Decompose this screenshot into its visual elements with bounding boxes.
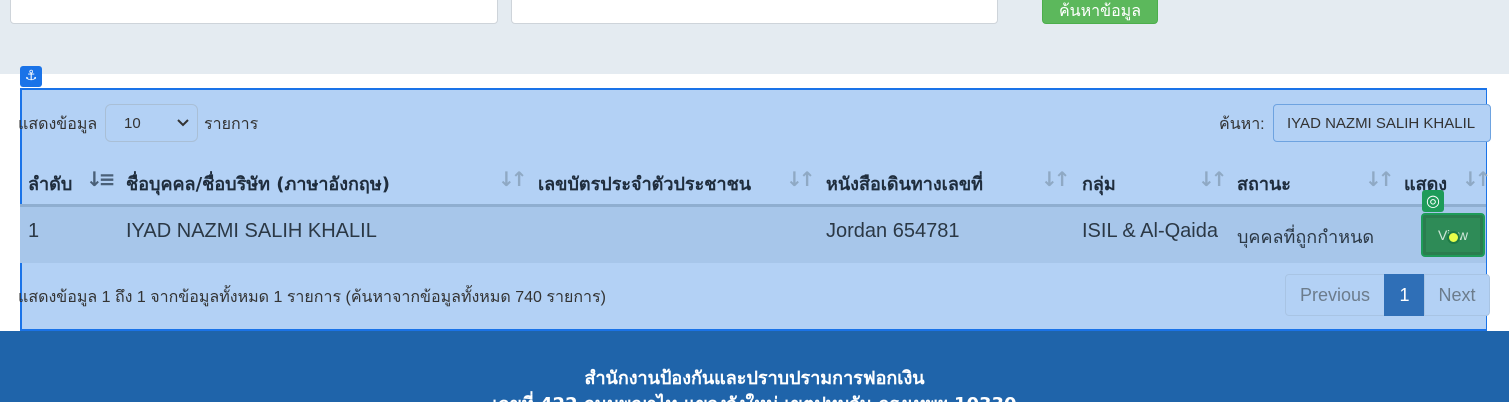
target-icon[interactable]: ◎ xyxy=(1422,190,1444,212)
page-length-select[interactable]: 10 xyxy=(105,104,198,142)
footer-address: เลขที่ 422 ถนนพญาไท แขวงวังใหม่ เขตปทุมว… xyxy=(0,389,1509,402)
row-group: ISIL & Al-Qaida xyxy=(1082,220,1218,242)
pagination-next[interactable]: Next xyxy=(1424,274,1490,316)
row-name: IYAD NAZMI SALIH KHALIL xyxy=(126,220,377,242)
column-header-passport[interactable]: หนังสือเดินทางเลขที่ xyxy=(826,169,983,198)
search-field-1[interactable] xyxy=(10,0,498,24)
sort-icon[interactable]: ↓↑ xyxy=(786,167,815,191)
column-header-national-id[interactable]: เลขบัตรประจำตัวประชาชน xyxy=(538,169,751,198)
sort-icon[interactable]: ↓↑ xyxy=(1041,167,1070,191)
search-form-band: ค้นหาข้อมูล xyxy=(0,0,1509,74)
search-field-2[interactable] xyxy=(511,0,998,24)
table-info: แสดงข้อมูล 1 ถึง 1 จากข้อมูลทั้งหมด 1 รา… xyxy=(18,289,606,306)
pagination-page-1[interactable]: 1 xyxy=(1384,274,1425,316)
anchor-icon[interactable]: ⚓ xyxy=(20,66,42,87)
sort-desc-icon[interactable]: ↓≡ xyxy=(86,167,115,191)
column-header-name[interactable]: ชื่อบุคคล/ชื่อบริษัท (ภาษาอังกฤษ) xyxy=(126,169,390,198)
length-suffix-label: รายการ xyxy=(204,116,259,133)
column-header-no[interactable]: ลำดับ xyxy=(28,169,72,198)
page-length-value: 10 xyxy=(124,115,141,132)
length-prefix-label: แสดงข้อมูล xyxy=(18,116,98,133)
view-button-wrapper: View xyxy=(1421,213,1485,257)
footer: สำนักงานป้องกันและปราบปรามการฟอกเงิน เลข… xyxy=(0,331,1509,402)
row-status: บุคคลที่ถูกกำหนด xyxy=(1237,227,1375,248)
column-header-group[interactable]: กลุ่ม xyxy=(1082,169,1116,198)
cursor-target-dot xyxy=(1447,231,1460,244)
table-search-label: ค้นหา: xyxy=(1219,116,1265,133)
chevron-down-icon xyxy=(177,113,189,136)
search-submit-button[interactable]: ค้นหาข้อมูล xyxy=(1042,0,1158,24)
sort-icon[interactable]: ↓↑ xyxy=(1365,167,1394,191)
sort-icon[interactable]: ↓↑ xyxy=(498,167,527,191)
footer-org-name: สำนักงานป้องกันและปราบปรามการฟอกเงิน xyxy=(584,368,925,389)
pagination-previous[interactable]: Previous xyxy=(1285,274,1385,316)
sort-icon[interactable]: ↓↑ xyxy=(1198,167,1227,191)
sort-icon[interactable]: ↓↑ xyxy=(1462,167,1491,191)
table-search-input[interactable]: IYAD NAZMI SALIH KHALIL xyxy=(1273,104,1491,142)
column-header-status[interactable]: สถานะ xyxy=(1237,169,1291,198)
row-passport: Jordan 654781 xyxy=(826,220,960,242)
row-no: 1 xyxy=(28,220,40,242)
